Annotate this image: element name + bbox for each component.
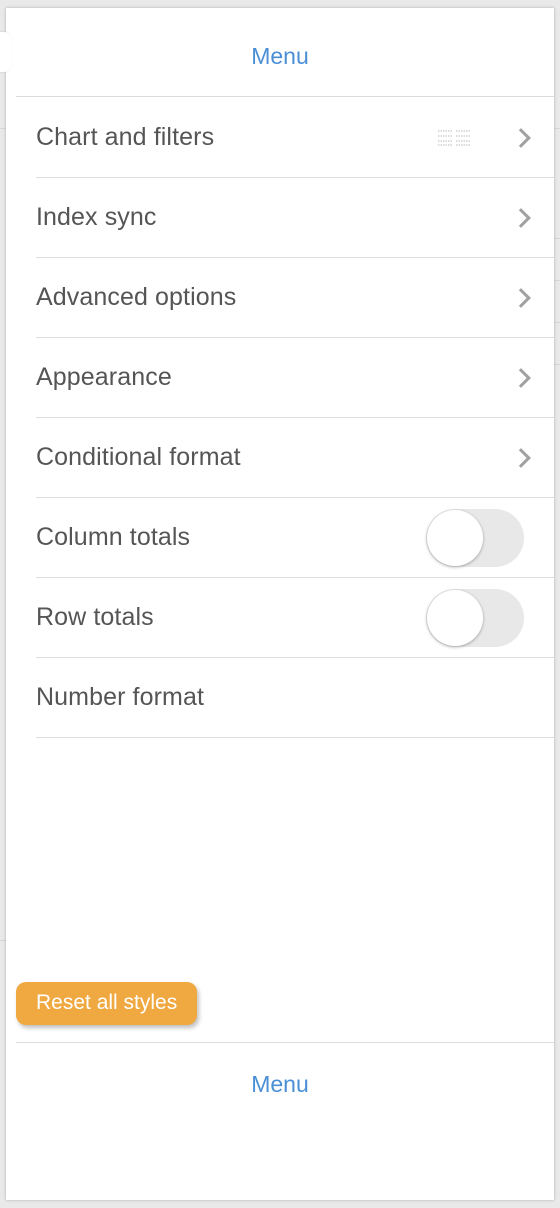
menu-item-appearance[interactable]: Appearance <box>36 338 554 418</box>
menu-item-label: Chart and filters <box>36 123 215 151</box>
menu-item-label: Index sync <box>36 203 157 231</box>
menu-header-title[interactable]: Menu <box>251 43 309 70</box>
menu-footer: Menu <box>6 1044 554 1124</box>
chevron-right-icon <box>511 447 531 468</box>
menu-header: Menu <box>6 8 554 104</box>
menu-item-row-totals: Row totals <box>36 578 554 658</box>
grid-icon <box>438 130 470 145</box>
reset-all-styles-button[interactable]: Reset all styles <box>16 982 198 1025</box>
menu-item-label: Column totals <box>36 523 191 551</box>
menu-list: Chart and filters Index sync Advanced op… <box>36 98 554 738</box>
menu-item-column-totals: Column totals <box>36 498 554 578</box>
menu-footer-link[interactable]: Menu <box>251 1071 309 1098</box>
column-totals-toggle[interactable] <box>426 508 524 567</box>
footer-divider <box>16 1042 554 1043</box>
background-divider <box>554 280 560 281</box>
menu-item-label: Conditional format <box>36 443 241 471</box>
toggle-knob <box>427 509 483 566</box>
background-divider <box>554 128 560 129</box>
menu-item-label: Row totals <box>36 603 154 631</box>
row-totals-toggle[interactable] <box>426 588 524 647</box>
menu-panel: Menu Chart and filters Index sync Advanc… <box>0 8 554 1200</box>
background-divider <box>554 238 560 239</box>
background-divider <box>554 364 560 365</box>
chevron-right-icon <box>511 287 531 308</box>
background-divider <box>554 322 560 323</box>
chevron-right-icon <box>511 127 531 148</box>
chevron-right-icon <box>511 207 531 228</box>
menu-item-chart-and-filters[interactable]: Chart and filters <box>36 98 554 178</box>
chevron-right-icon <box>511 367 531 388</box>
menu-item-conditional-format[interactable]: Conditional format <box>36 418 554 498</box>
menu-item-label: Number format <box>36 683 205 711</box>
menu-item-advanced-options[interactable]: Advanced options <box>36 258 554 338</box>
header-divider <box>16 96 554 97</box>
menu-item-label: Advanced options <box>36 283 237 311</box>
toggle-knob <box>427 589 483 646</box>
menu-item-label: Appearance <box>36 363 172 391</box>
menu-item-number-format[interactable]: Number format <box>36 658 554 738</box>
menu-item-index-sync[interactable]: Index sync <box>36 178 554 258</box>
